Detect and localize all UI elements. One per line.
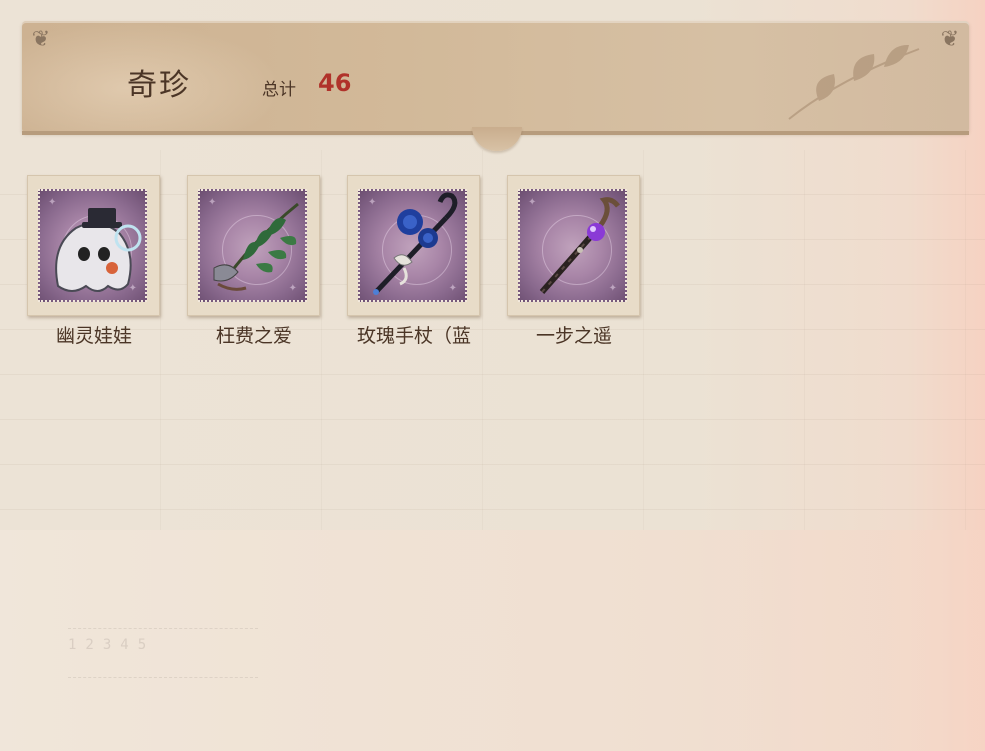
item-label: 枉费之爱 <box>215 325 292 347</box>
corner-ornament-icon: ❦ <box>940 27 960 52</box>
item-stamp-frame: ✦ ✦ <box>27 175 160 316</box>
page-title: 奇珍 <box>127 68 191 103</box>
total-label: 总计 <box>262 80 296 100</box>
leaf-decoration-icon <box>788 44 920 120</box>
faint-ruler-decoration: 12345 <box>68 628 258 678</box>
item-stamp-frame: ✦ ✦ <box>187 175 320 316</box>
item-stamp-frame: ✦ ✦ <box>347 175 480 316</box>
item-label: 幽灵娃娃 <box>55 325 132 347</box>
item-label: 玫瑰手杖（蓝 <box>356 325 471 347</box>
blue-rose-cane-icon <box>373 192 458 295</box>
crystal-staff-icon <box>539 197 620 294</box>
item-stamp-frame: ✦ ✦ <box>507 175 640 316</box>
item-label: 一步之遥 <box>535 325 612 347</box>
corner-ornament-icon: ❦ <box>31 27 51 52</box>
total-count: 46 <box>318 69 352 97</box>
header-notch <box>472 127 522 151</box>
ghost-doll-icon <box>55 208 142 292</box>
feather-quill-icon <box>213 202 299 291</box>
